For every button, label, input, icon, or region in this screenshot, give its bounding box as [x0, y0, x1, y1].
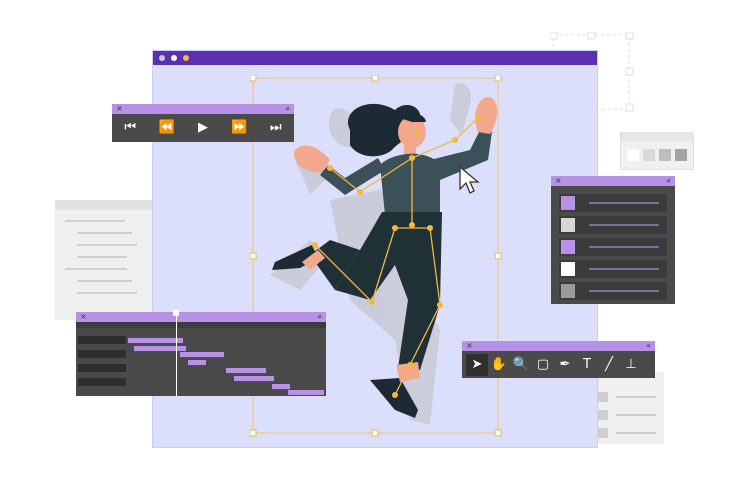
timeline-panel: × « — [76, 310, 326, 396]
pen-icon[interactable]: ✒ — [554, 354, 576, 376]
collapse-icon[interactable]: « — [285, 104, 290, 114]
layer-color-swatch — [561, 262, 575, 276]
window-close-dot[interactable] — [159, 55, 165, 61]
layer-color-swatch — [561, 196, 575, 210]
playhead[interactable] — [176, 312, 177, 396]
timeline-track-label[interactable] — [78, 350, 126, 358]
brush-icon[interactable]: ╱ — [598, 354, 620, 376]
skip-forward-button[interactable]: ⏭ — [262, 114, 290, 142]
close-icon[interactable]: × — [555, 176, 562, 186]
layer-row[interactable] — [559, 260, 667, 278]
pointer-icon[interactable]: ➤ — [466, 353, 488, 376]
timeline-track-label[interactable] — [78, 378, 126, 386]
gray-swatch[interactable] — [627, 149, 639, 161]
layer-color-swatch — [561, 240, 575, 254]
window-minimize-dot[interactable] — [171, 55, 177, 61]
shirt — [380, 153, 440, 215]
keyframe-bar[interactable] — [288, 390, 324, 395]
rectangle-icon[interactable]: ▢ — [532, 354, 554, 376]
hand-icon[interactable]: ✋ — [488, 354, 510, 376]
background-document-left — [55, 200, 155, 320]
close-icon[interactable]: × — [80, 312, 87, 322]
keyframe-bar[interactable] — [180, 352, 224, 357]
layer-row[interactable] — [559, 194, 667, 212]
gray-swatch[interactable] — [643, 149, 655, 161]
playhead-handle[interactable] — [173, 310, 179, 316]
layer-color-swatch — [561, 284, 575, 298]
gray-swatch-panel — [620, 132, 694, 170]
timeline-track-label[interactable] — [78, 336, 126, 344]
panel-header: × « — [112, 104, 294, 114]
layers-panel-body — [551, 186, 675, 304]
mouse-cursor-icon — [459, 165, 480, 194]
layer-row[interactable] — [559, 216, 667, 234]
layer-color-swatch — [561, 218, 575, 232]
collapse-icon[interactable]: « — [646, 341, 651, 351]
layer-row[interactable] — [559, 238, 667, 256]
panel-header: × « — [551, 176, 675, 186]
gray-swatch[interactable] — [659, 149, 671, 161]
timeline-track-label[interactable] — [78, 364, 126, 372]
playback-controls-body: ⏮ ⏪ ▶ ⏩ ⏭ — [112, 114, 294, 142]
window-maximize-dot[interactable] — [183, 55, 189, 61]
close-icon[interactable]: × — [466, 341, 473, 351]
keyframe-bar[interactable] — [128, 338, 183, 343]
tools-body: ➤ ✋ 🔍 ▢ ✒ T ╱ ⊥ — [462, 351, 655, 378]
text-icon[interactable]: T — [576, 354, 598, 376]
panel-header: × « — [76, 312, 326, 322]
layer-row[interactable] — [559, 282, 667, 300]
keyframe-bar[interactable] — [234, 376, 274, 381]
background-document-right — [598, 372, 664, 444]
keyframe-bar[interactable] — [226, 368, 266, 373]
keyframe-bar[interactable] — [188, 360, 206, 365]
zoom-icon[interactable]: 🔍 — [510, 354, 532, 376]
panel-header: × « — [462, 341, 655, 351]
close-icon[interactable]: × — [116, 104, 123, 114]
stamp-icon[interactable]: ⊥ — [620, 354, 642, 376]
skip-back-button[interactable]: ⏮ — [116, 114, 144, 142]
step-forward-button[interactable]: ⏩ — [225, 114, 253, 142]
play-button[interactable]: ▶ — [189, 114, 217, 142]
collapse-icon[interactable]: « — [317, 312, 322, 322]
tools-panel: × « ➤ ✋ 🔍 ▢ ✒ T ╱ ⊥ — [462, 341, 655, 378]
keyframe-bar[interactable] — [272, 384, 290, 389]
collapse-icon[interactable]: « — [666, 176, 671, 186]
keyframe-bar[interactable] — [134, 346, 186, 351]
window-titlebar — [153, 51, 597, 65]
layers-panel: × « — [551, 176, 675, 304]
playback-controls-panel: × « ⏮ ⏪ ▶ ⏩ ⏭ — [112, 104, 294, 142]
left-arm — [320, 158, 385, 195]
gray-swatch[interactable] — [675, 149, 687, 161]
timeline-body — [76, 310, 326, 396]
step-back-button[interactable]: ⏪ — [153, 114, 181, 142]
